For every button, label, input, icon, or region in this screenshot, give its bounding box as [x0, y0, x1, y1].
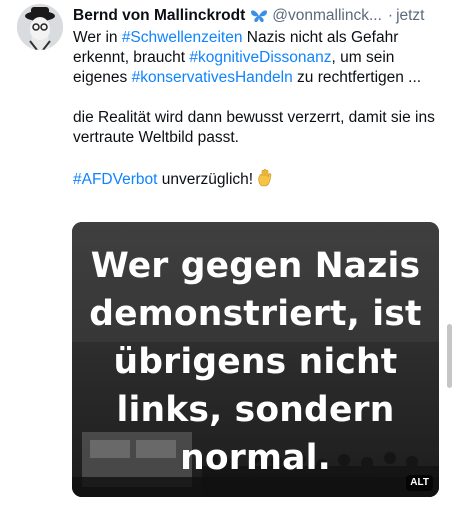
author-handle[interactable]: @vonmallinck... [272, 7, 382, 25]
alt-badge[interactable]: ALT [406, 475, 433, 491]
paragraph-2: die Realität wird dann bewusst verzerrt,… [73, 109, 435, 146]
post-header: Bernd von Mallinckrodt @vonmallinck... ·… [73, 5, 443, 27]
overlay-line: demonstriert, ist [89, 294, 422, 334]
hashtag-link[interactable]: #konservativesHandeln [132, 69, 293, 86]
hashtag-link[interactable]: #AFDVerbot [73, 171, 157, 188]
author-name[interactable]: Bernd von Mallinckrodt [73, 7, 245, 25]
hashtag-link[interactable]: #kognitiveDissonanz [189, 49, 331, 66]
overlay-line: Wer gegen Nazis [90, 246, 421, 286]
post[interactable]: Bernd von Mallinckrodt @vonmallinck... ·… [0, 0, 454, 507]
image-overlay-text: Wer gegen Nazis demonstriert, ist übrige… [72, 242, 439, 482]
post-text: Wer in #Schwellenzeiten Nazis nicht als … [73, 28, 438, 193]
scrollbar[interactable] [447, 324, 452, 388]
meta-separator: · [387, 7, 394, 24]
post-image[interactable]: Wer gegen Nazis demonstriert, ist übrige… [72, 222, 439, 497]
butterfly-icon [250, 8, 268, 24]
hashtag-link[interactable]: #Schwellenzeiten [122, 29, 243, 46]
overlay-line: übrigens nicht [113, 342, 398, 382]
overlay-line: links, sondern [116, 390, 395, 430]
paragraph-3: #AFDVerbot unverzüglich! [73, 168, 438, 193]
post-time[interactable]: jetzt [396, 7, 424, 25]
overlay-line: normal. [180, 438, 331, 478]
avatar[interactable] [17, 4, 63, 50]
paragraph-1: Wer in #Schwellenzeiten Nazis nicht als … [73, 29, 422, 86]
raised-hand-icon [257, 168, 275, 193]
